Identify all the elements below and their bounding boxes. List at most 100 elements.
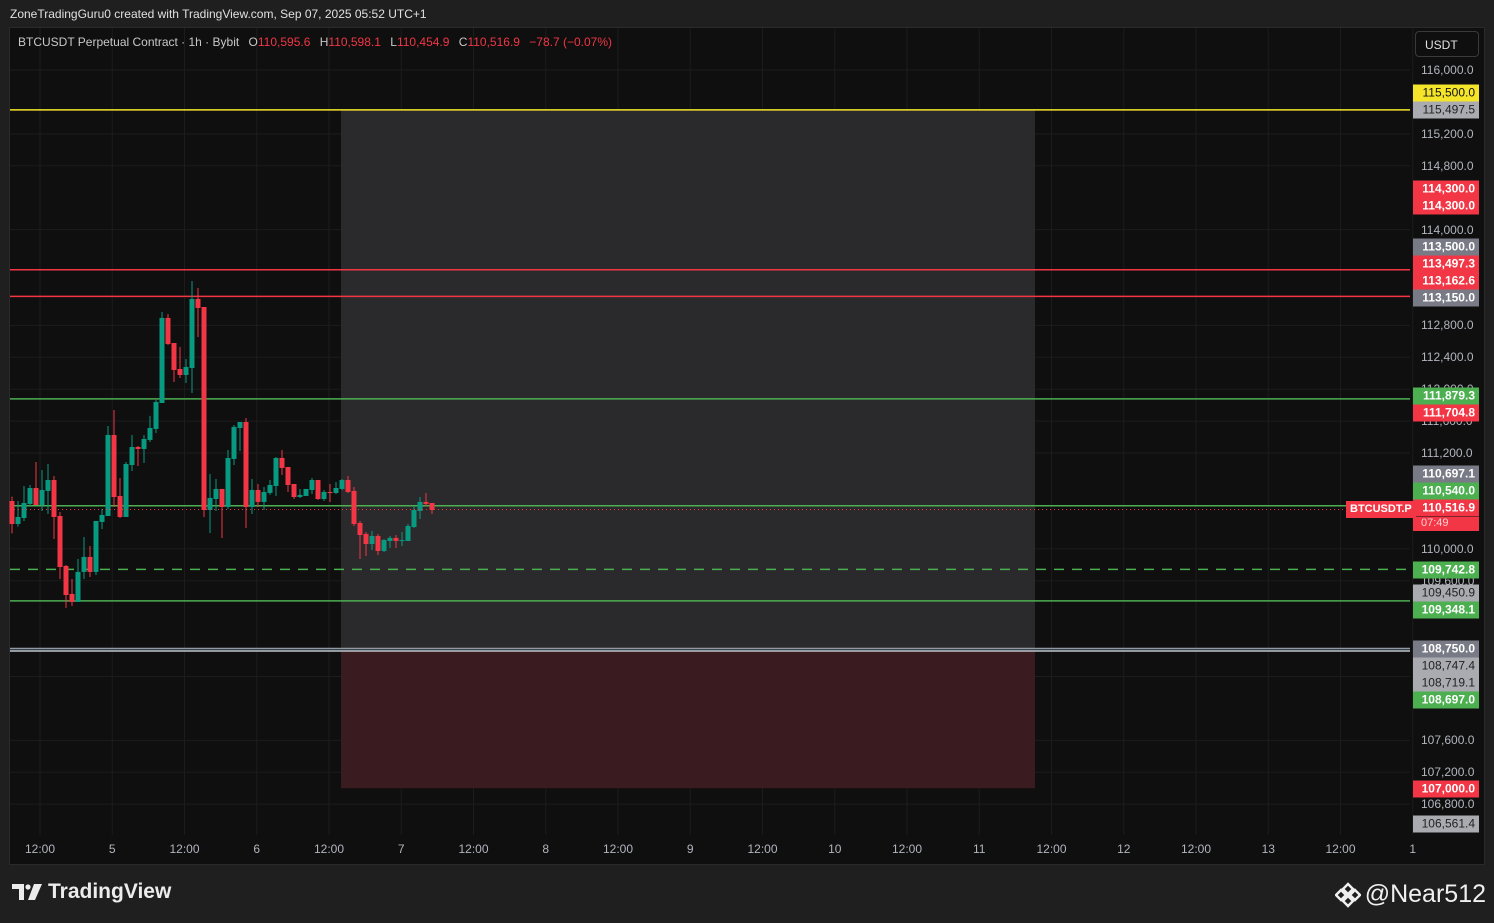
open-value: 110,595.6 [257, 35, 311, 49]
candle-body [189, 298, 195, 368]
time-tick: 9 [686, 842, 694, 856]
price-tick: 107,600.0 [1421, 733, 1475, 748]
candle-body [237, 421, 243, 428]
time-tick: 12:00 [1036, 842, 1067, 856]
candle-body [399, 540, 405, 542]
candle-body [357, 522, 363, 535]
candle-body [9, 500, 15, 524]
time-tick: 8 [542, 842, 550, 856]
time-tick: 13 [1261, 842, 1275, 856]
price-tick: 107,200.0 [1421, 765, 1475, 780]
candle-body [225, 457, 231, 507]
symbol-price-tag: BTCUSDT.P [1346, 501, 1416, 518]
price-axis-label: 107,000.0 [1413, 780, 1479, 798]
candle-body [171, 342, 177, 370]
position-stop-zone [341, 651, 1035, 789]
candle-body [99, 514, 105, 522]
candle-body [27, 487, 33, 504]
time-tick: 11 [973, 842, 986, 856]
candle-body [93, 520, 99, 572]
time-tick: 12:00 [169, 842, 200, 856]
price-axis-label: 113,150.0 [1413, 289, 1479, 307]
price-axis-label: 111,704.8 [1413, 404, 1479, 422]
candle-body [123, 463, 129, 517]
candle-body [159, 317, 165, 404]
candle-body [81, 556, 87, 572]
candle-body [315, 480, 321, 500]
price-axis-label: 110,540.0 [1413, 482, 1479, 500]
candle-body [51, 480, 57, 517]
time-tick: 6 [253, 842, 261, 856]
candle-body [57, 516, 63, 567]
time-tick: 12 [1117, 842, 1131, 856]
candle-body [75, 571, 81, 602]
candle-body [105, 435, 111, 517]
candle-body [387, 537, 393, 541]
candle-body [147, 427, 153, 440]
bar-countdown: 07:49 [1413, 517, 1479, 531]
candle-body [249, 489, 255, 507]
time-tick: 12:00 [458, 842, 489, 856]
symbol-title[interactable]: BTCUSDT Perpetual Contract · 1h · Bybit [18, 35, 239, 49]
candle-body [213, 488, 219, 500]
price-axis-label: 108,747.4 [1413, 657, 1479, 675]
price-axis-label: 109,742.8 [1413, 561, 1479, 579]
price-axis-label: 109,450.9 [1413, 584, 1479, 602]
candle-body [345, 480, 351, 492]
time-tick: 1 [1409, 842, 1417, 856]
candle-body [243, 421, 249, 507]
candle-body [39, 489, 45, 505]
price-tick: 114,800.0 [1421, 158, 1474, 173]
price-tick: 112,400.0 [1421, 350, 1474, 365]
change-value: −78.7 (−0.07%) [529, 35, 613, 49]
candle-body [141, 438, 147, 449]
candle-body [303, 488, 309, 496]
price-tick: 112,800.0 [1421, 318, 1474, 333]
candle-body [45, 480, 51, 491]
candle-body [195, 298, 201, 308]
candle-body [207, 497, 213, 511]
drawings [10, 110, 1410, 789]
time-tick: 7 [397, 842, 405, 856]
close-value: 110,516.9 [467, 35, 520, 49]
candle-body [231, 426, 237, 459]
symbol-legend: BTCUSDT Perpetual Contract · 1h · Bybit … [18, 35, 613, 49]
candle-body [63, 565, 69, 596]
price-axis-label: 115,497.5 [1413, 101, 1479, 119]
currency-button[interactable]: USDT [1415, 31, 1479, 57]
candle-body [339, 480, 345, 489]
price-axis-label: 108,697.0 [1413, 691, 1479, 709]
candle-body [255, 489, 261, 502]
low-value: 110,454.9 [396, 35, 450, 49]
author-watermark: @Near512 [1334, 880, 1486, 909]
price-tick: 110,000.0 [1421, 541, 1474, 556]
price-axis-label: 108,719.1 [1413, 674, 1479, 692]
candle-body [183, 367, 189, 375]
candle-body [33, 487, 39, 505]
candle-body [381, 540, 387, 551]
candle-body [219, 488, 225, 507]
price-axis-label: 110,697.1 [1413, 465, 1479, 483]
price-tick: 106,800.0 [1421, 797, 1475, 812]
price-axis-label: 114,300.0 [1413, 180, 1479, 198]
price-axis-label: 113,500.0 [1413, 238, 1479, 256]
price-axis-label: 108,750.0 [1413, 640, 1479, 658]
price-tick: 114,000.0 [1421, 222, 1474, 237]
candle-body [261, 491, 267, 502]
candle-body [111, 435, 117, 498]
candle-body [309, 480, 315, 490]
time-tick: 12:00 [891, 842, 923, 856]
tradingview-logo: TradingView [12, 880, 171, 904]
price-axis-label: 109,348.1 [1413, 601, 1479, 619]
candle-body [429, 502, 435, 511]
price-chart[interactable] [0, 0, 1494, 923]
candle-body [333, 487, 339, 493]
candle-body [129, 446, 135, 466]
candle-body [351, 490, 357, 524]
candle-body [273, 457, 279, 486]
candle-body [321, 491, 327, 500]
candle-body [201, 307, 207, 511]
candle-body [21, 502, 27, 518]
candle-body [369, 535, 375, 545]
price-axis-label: 113,497.3 [1413, 255, 1479, 273]
